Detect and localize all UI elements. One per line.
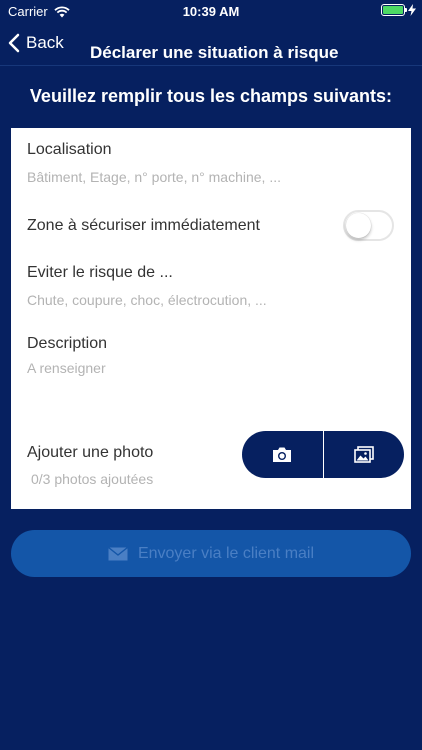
camera-icon bbox=[273, 447, 292, 462]
location-label: Localisation bbox=[27, 141, 112, 158]
chevron-left-icon bbox=[8, 33, 20, 53]
choose-from-gallery-button[interactable] bbox=[322, 431, 405, 478]
back-button[interactable]: Back bbox=[8, 33, 64, 53]
battery-icon bbox=[381, 4, 407, 16]
risk-label: Eviter le risque de ... bbox=[27, 264, 173, 281]
battery-fill bbox=[383, 6, 403, 14]
risk-input[interactable]: Chute, coupure, choc, électrocution, ... bbox=[27, 292, 397, 312]
charging-bolt-icon bbox=[408, 4, 416, 16]
status-bar: Carrier 10:39 AM bbox=[0, 0, 422, 22]
photo-count: 0/3 photos ajoutées bbox=[31, 471, 154, 487]
toggle-knob bbox=[346, 213, 371, 238]
form-card: Localisation Bâtiment, Etage, n° porte, … bbox=[11, 128, 411, 509]
secure-zone-label: Zone à sécuriser immédiatement bbox=[27, 217, 260, 234]
send-via-mail-button[interactable]: Envoyer via le client mail bbox=[11, 530, 411, 577]
navigation-bar: Back Déclarer une situation à risque bbox=[0, 22, 422, 66]
envelope-icon bbox=[108, 546, 128, 560]
description-label: Description bbox=[27, 335, 108, 352]
take-photo-button[interactable] bbox=[242, 431, 323, 478]
status-time: 10:39 AM bbox=[182, 4, 240, 19]
send-button-label: Envoyer via le client mail bbox=[137, 544, 315, 562]
location-input[interactable]: Bâtiment, Etage, n° porte, n° machine, .… bbox=[27, 169, 397, 189]
battery-indicator bbox=[381, 4, 416, 16]
secure-zone-toggle[interactable] bbox=[343, 210, 394, 241]
add-photo-label: Ajouter une photo bbox=[27, 444, 154, 461]
gallery-icon bbox=[353, 446, 374, 463]
photo-button-group bbox=[242, 431, 404, 478]
instruction-text: Veuillez remplir tous les champs suivant… bbox=[29, 86, 393, 106]
back-label: Back bbox=[26, 33, 64, 52]
page-title: Déclarer une situation à risque bbox=[90, 43, 339, 62]
description-input[interactable]: A renseigner bbox=[27, 360, 397, 410]
